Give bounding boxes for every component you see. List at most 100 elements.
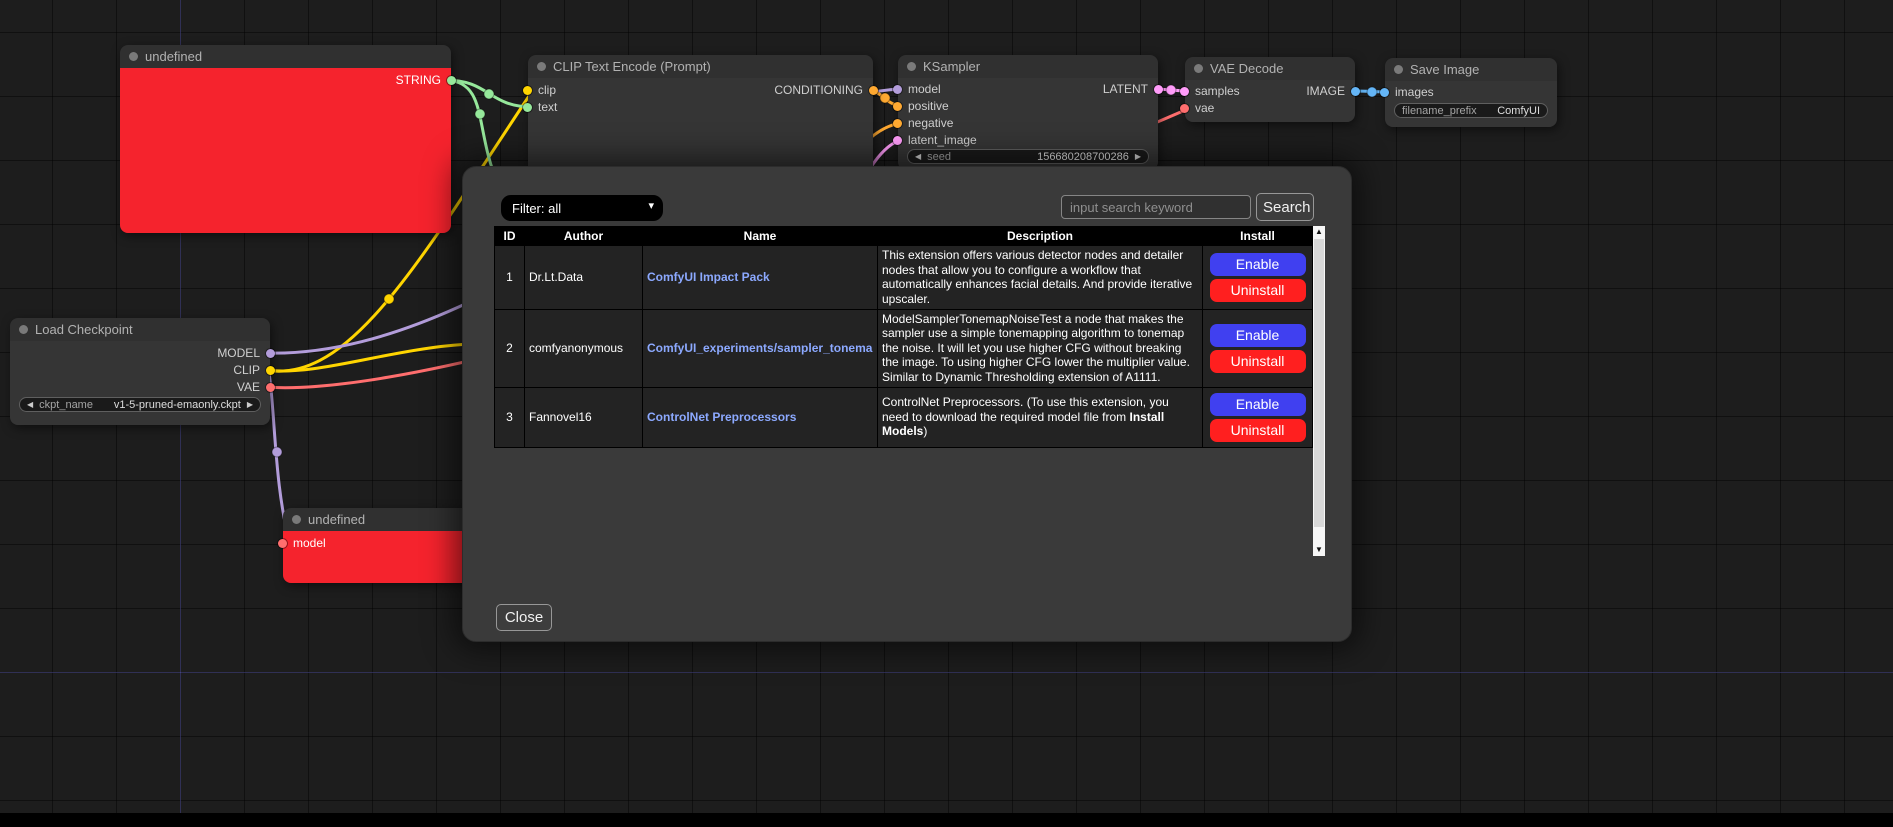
- input-slot-images[interactable]: images: [1380, 85, 1434, 99]
- slot-label: STRING: [396, 73, 441, 87]
- node-header[interactable]: CLIP Text Encode (Prompt): [528, 55, 873, 78]
- node-body: samples vae IMAGE: [1185, 80, 1355, 122]
- output-slot-latent[interactable]: LATENT: [1103, 82, 1163, 96]
- slot-dot-icon[interactable]: [278, 539, 287, 548]
- slot-dot-icon[interactable]: [1180, 87, 1189, 96]
- scroll-down-icon[interactable]: ▼: [1313, 544, 1325, 556]
- node-header[interactable]: Save Image: [1385, 58, 1557, 81]
- slot-dot-icon[interactable]: [266, 366, 275, 375]
- node-body: STRING: [120, 68, 451, 233]
- collapse-dot-icon[interactable]: [907, 62, 916, 71]
- widget-name: filename_prefix: [1402, 105, 1477, 117]
- slot-dot-icon[interactable]: [893, 85, 902, 94]
- node-save-image[interactable]: Save Image images filename_prefix ComfyU…: [1385, 58, 1557, 127]
- extension-name-link[interactable]: ControlNet Preprocessors: [647, 410, 873, 424]
- widget-arrow-right-icon[interactable]: ▶: [247, 401, 253, 409]
- node-ksampler[interactable]: KSampler model positive negative latent_…: [898, 55, 1158, 170]
- slot-dot-icon[interactable]: [1380, 88, 1389, 97]
- widget-value: v1-5-pruned-emaonly.ckpt: [114, 399, 241, 411]
- table-scrollbar[interactable]: ▲ ▼: [1313, 226, 1325, 556]
- widget-arrow-right-icon[interactable]: ▶: [1135, 153, 1141, 161]
- collapse-dot-icon[interactable]: [129, 52, 138, 61]
- slot-label: samples: [1195, 84, 1240, 98]
- slot-dot-icon[interactable]: [1351, 87, 1360, 96]
- enable-button[interactable]: Enable: [1210, 253, 1306, 276]
- slot-dot-icon[interactable]: [1180, 104, 1189, 113]
- scrollbar-thumb[interactable]: [1314, 239, 1324, 527]
- widget-arrow-left-icon[interactable]: ◀: [915, 153, 921, 161]
- search-button[interactable]: Search: [1256, 193, 1314, 221]
- ckpt-name-widget[interactable]: ◀ ckpt_name v1-5-pruned-emaonly.ckpt ▶: [19, 397, 261, 412]
- enable-button[interactable]: Enable: [1210, 393, 1306, 416]
- filename-prefix-widget[interactable]: filename_prefix ComfyUI: [1394, 103, 1548, 118]
- description-text: ControlNet Preprocessors. (To use this e…: [882, 395, 1169, 424]
- slot-dot-icon[interactable]: [1154, 85, 1163, 94]
- widget-value: 156680208700286: [1037, 151, 1129, 163]
- node-header[interactable]: Load Checkpoint: [10, 318, 270, 341]
- filter-select[interactable]: Filter: all: [501, 195, 663, 221]
- node-undefined-top[interactable]: undefined STRING: [120, 45, 451, 233]
- uninstall-button[interactable]: Uninstall: [1210, 279, 1306, 302]
- extension-name-link[interactable]: ComfyUI_experiments/sampler_tonemap: [647, 341, 873, 355]
- slot-label: CLIP: [233, 363, 260, 377]
- input-slot-positive[interactable]: positive: [893, 99, 949, 113]
- extension-name-link[interactable]: ComfyUI Impact Pack: [647, 270, 873, 284]
- node-header[interactable]: VAE Decode: [1185, 57, 1355, 80]
- node-header[interactable]: KSampler: [898, 55, 1158, 78]
- description-text: ): [923, 424, 927, 438]
- input-slot-samples[interactable]: samples: [1180, 84, 1240, 98]
- cell-name: ControlNet Preprocessors: [643, 387, 878, 447]
- cell-install: Enable Uninstall: [1203, 309, 1313, 387]
- collapse-dot-icon[interactable]: [1394, 65, 1403, 74]
- input-slot-model[interactable]: model: [893, 82, 941, 96]
- node-load-checkpoint[interactable]: Load Checkpoint MODEL CLIP VAE ◀ ckpt_na…: [10, 318, 270, 425]
- cell-author: comfyanonymous: [525, 309, 643, 387]
- input-slot-clip[interactable]: clip: [523, 83, 556, 97]
- close-button[interactable]: Close: [496, 604, 552, 631]
- slot-dot-icon[interactable]: [523, 86, 532, 95]
- output-slot-model[interactable]: MODEL: [217, 346, 275, 360]
- node-title: Load Checkpoint: [35, 322, 133, 337]
- output-slot-image[interactable]: IMAGE: [1306, 84, 1360, 98]
- collapse-dot-icon[interactable]: [19, 325, 28, 334]
- uninstall-button[interactable]: Uninstall: [1210, 350, 1306, 373]
- enable-button[interactable]: Enable: [1210, 324, 1306, 347]
- slot-label: vae: [1195, 101, 1214, 115]
- slot-dot-icon[interactable]: [893, 102, 902, 111]
- input-slot-model[interactable]: model: [278, 536, 326, 550]
- collapse-dot-icon[interactable]: [292, 515, 301, 524]
- uninstall-button[interactable]: Uninstall: [1210, 419, 1306, 442]
- output-slot-vae[interactable]: VAE: [237, 380, 275, 394]
- node-header[interactable]: undefined: [120, 45, 451, 68]
- slot-dot-icon[interactable]: [893, 119, 902, 128]
- collapse-dot-icon[interactable]: [1194, 64, 1203, 73]
- slot-dot-icon[interactable]: [266, 383, 275, 392]
- slot-dot-icon[interactable]: [266, 349, 275, 358]
- seed-widget[interactable]: ◀ seed 156680208700286 ▶: [907, 149, 1149, 164]
- slot-label: MODEL: [217, 346, 260, 360]
- output-slot-conditioning[interactable]: CONDITIONING: [774, 83, 878, 97]
- node-body: images filename_prefix ComfyUI: [1385, 81, 1557, 127]
- filter-select-wrap: Filter: all ▾: [501, 195, 663, 221]
- output-slot-string[interactable]: STRING: [396, 73, 456, 87]
- slot-label: images: [1395, 85, 1434, 99]
- slot-dot-icon[interactable]: [893, 136, 902, 145]
- node-title: undefined: [308, 512, 365, 527]
- column-header-install: Install: [1203, 227, 1313, 246]
- input-slot-negative[interactable]: negative: [893, 116, 953, 130]
- node-body: model positive negative latent_image LAT…: [898, 78, 1158, 170]
- slot-dot-icon[interactable]: [869, 86, 878, 95]
- slot-dot-icon[interactable]: [523, 103, 532, 112]
- cell-author: Dr.Lt.Data: [525, 246, 643, 310]
- input-slot-latent-image[interactable]: latent_image: [893, 133, 977, 147]
- output-slot-clip[interactable]: CLIP: [233, 363, 275, 377]
- cell-name: ComfyUI Impact Pack: [643, 246, 878, 310]
- widget-arrow-left-icon[interactable]: ◀: [27, 401, 33, 409]
- input-slot-vae[interactable]: vae: [1180, 101, 1214, 115]
- scroll-up-icon[interactable]: ▲: [1313, 226, 1325, 238]
- search-input[interactable]: [1061, 195, 1251, 219]
- collapse-dot-icon[interactable]: [537, 62, 546, 71]
- input-slot-text[interactable]: text: [523, 100, 557, 114]
- node-vae-decode[interactable]: VAE Decode samples vae IMAGE: [1185, 57, 1355, 122]
- slot-dot-icon[interactable]: [447, 76, 456, 85]
